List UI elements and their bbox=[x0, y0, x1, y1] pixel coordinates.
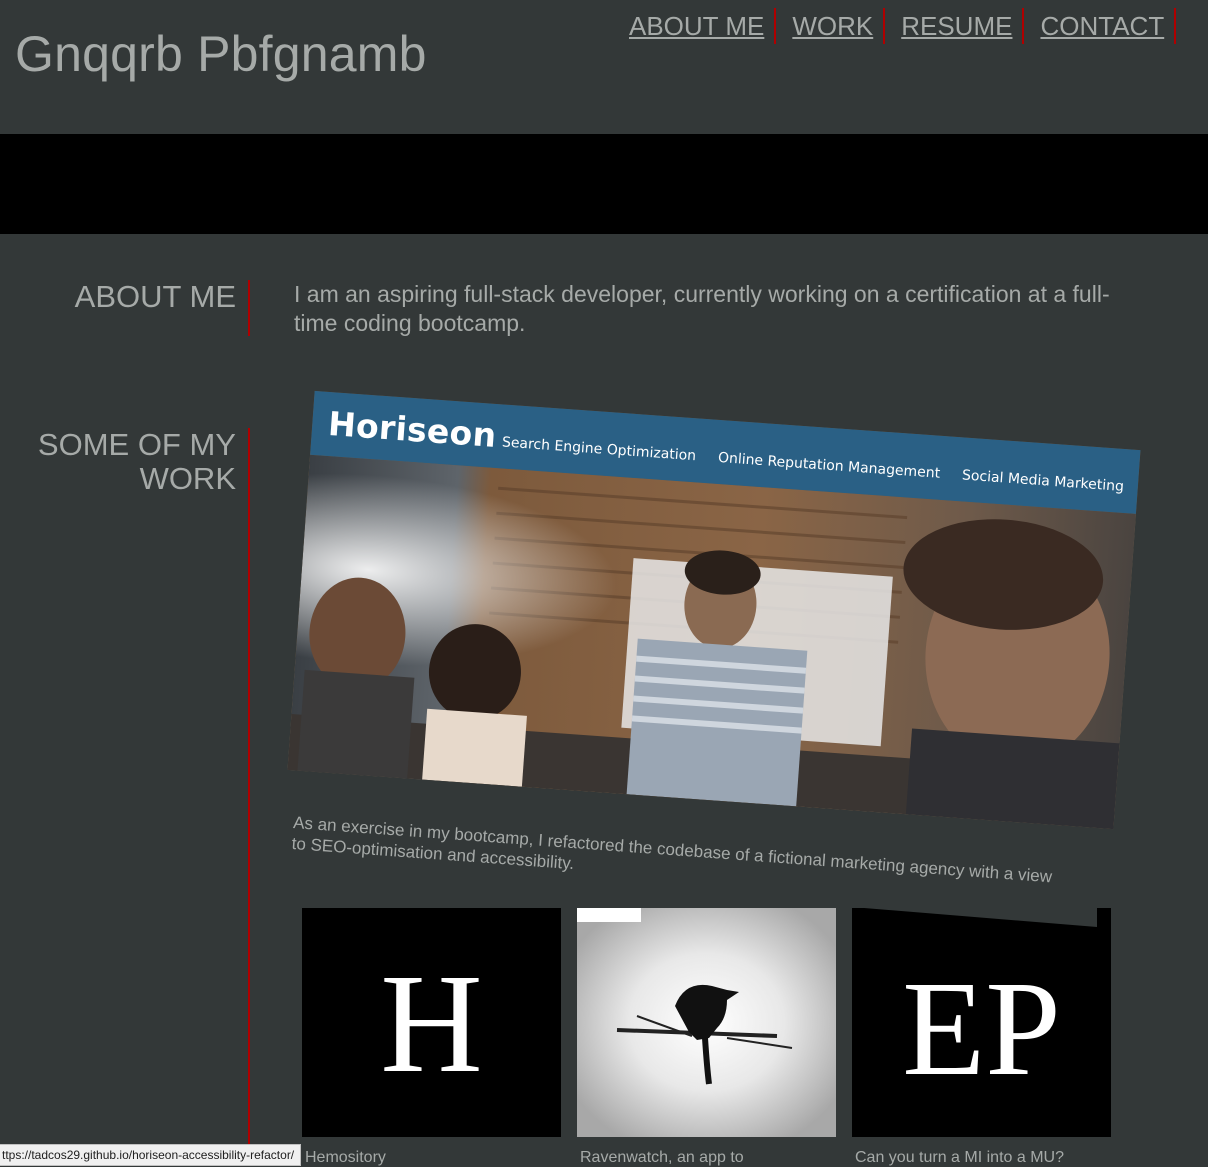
project-thumb-ep: EP bbox=[902, 953, 1061, 1104]
nav-about-me[interactable]: ABOUT ME bbox=[623, 8, 777, 44]
featured-brand: Horiseon bbox=[326, 403, 498, 455]
project-title-hemository[interactable]: Hemository bbox=[305, 1149, 386, 1167]
project-card-hemository[interactable]: H bbox=[302, 908, 561, 1137]
featured-project-screenshot[interactable]: Horiseon Search Engine Optimization Onli… bbox=[287, 390, 1141, 830]
project-title-mi-mu[interactable]: Can you turn a MI into a MU? bbox=[855, 1149, 1064, 1167]
featured-caption: As an exercise in my bootcamp, I refacto… bbox=[291, 812, 1053, 887]
project-title-ravenwatch[interactable]: Ravenwatch, an app to bbox=[580, 1149, 744, 1167]
hero-banner bbox=[0, 134, 1208, 234]
nav-contact[interactable]: CONTACT bbox=[1034, 8, 1177, 44]
about-text: I am an aspiring full-stack developer, c… bbox=[294, 281, 1110, 336]
featured-photo bbox=[287, 454, 1136, 830]
site-header: Gnqqrb Pbfgnamb ABOUT ME WORK RESUME CON… bbox=[0, 0, 1208, 134]
status-bar-url: ttps://tadcos29.github.io/horiseon-acces… bbox=[0, 1144, 302, 1166]
about-heading: ABOUT ME bbox=[74, 279, 236, 314]
project-card-ravenwatch[interactable] bbox=[577, 908, 836, 1137]
main-nav: ABOUT ME WORK RESUME CONTACT bbox=[623, 8, 1186, 44]
project-card-mi-mu[interactable]: EP bbox=[852, 908, 1111, 1137]
nav-work[interactable]: WORK bbox=[786, 8, 886, 44]
about-divider bbox=[248, 280, 250, 336]
featured-link-orm: Online Reputation Management bbox=[717, 449, 941, 482]
featured-link-seo: Search Engine Optimization bbox=[501, 434, 697, 465]
featured-link-smm: Social Media Marketing bbox=[961, 467, 1125, 495]
site-title: Gnqqrb Pbfgnamb bbox=[15, 26, 427, 82]
project-thumb-h: H bbox=[380, 943, 483, 1102]
raven-icon bbox=[577, 908, 836, 1137]
card-3-corner-decoration bbox=[852, 907, 1097, 927]
work-divider bbox=[248, 428, 250, 1164]
nav-resume[interactable]: RESUME bbox=[895, 8, 1025, 44]
work-heading: SOME OF MY WORK bbox=[37, 427, 236, 496]
